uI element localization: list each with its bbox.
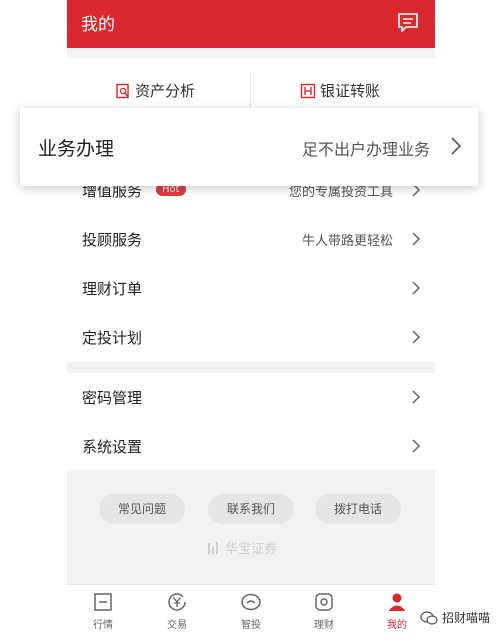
- chevron-right-icon: [412, 281, 421, 295]
- bottom-tab-bar: 行情 交易 智投 理财 我的: [67, 584, 435, 639]
- advisory-label: 投顾服务: [82, 231, 143, 249]
- asset-analysis-label: 资产分析: [135, 82, 196, 100]
- faq-button[interactable]: 常见问题: [99, 494, 185, 524]
- chevron-right-icon: [451, 137, 462, 155]
- list-item-plans[interactable]: 定投计划: [67, 313, 435, 361]
- tab-quotes[interactable]: 行情: [77, 591, 129, 631]
- tab-trade[interactable]: 交易: [151, 591, 203, 631]
- tab-quotes-label: 行情: [93, 620, 113, 631]
- brand-mark-icon: [208, 541, 218, 554]
- tab-mine-label: 我的: [387, 620, 407, 631]
- wechat-icon: [420, 610, 438, 625]
- call-button[interactable]: 拨打电话: [315, 494, 401, 524]
- watermark-text: 招财喵喵: [441, 611, 490, 625]
- business-handling-subtitle: 足不出户办理业务: [301, 140, 430, 159]
- analysis-icon: [116, 83, 129, 98]
- list-item-password[interactable]: 密码管理: [67, 373, 435, 421]
- contact-button[interactable]: 联系我们: [208, 494, 294, 524]
- watermark: 招财喵喵: [420, 609, 490, 626]
- asset-analysis-button[interactable]: 资产分析: [115, 80, 195, 101]
- smart-icon: [241, 593, 261, 611]
- tab-finance-label: 理财: [314, 620, 334, 631]
- orders-label: 理财订单: [82, 280, 143, 298]
- page-title: 我的: [81, 15, 115, 35]
- business-handling-card[interactable]: 业务办理 足不出户办理业务: [20, 108, 478, 186]
- tab-mine[interactable]: 我的: [371, 591, 423, 631]
- user-icon: [388, 593, 406, 611]
- brand-logo: 华宝证券: [207, 538, 277, 557]
- tab-smart-invest[interactable]: 智投: [225, 591, 277, 631]
- list-item-system-settings[interactable]: 系统设置: [67, 422, 435, 470]
- advisory-subtitle: 牛人带路更轻松: [301, 234, 393, 249]
- password-label: 密码管理: [82, 389, 143, 407]
- services-list: 增值服务 Hot 您的专属投资工具 投顾服务 牛人带路更轻松 理财订单 定投计划: [67, 166, 435, 362]
- phone-screen: 我的 资产分析 银证转账 增值服务 Hot 您的专属投资工具 投顾服务 牛人带路…: [67, 0, 435, 639]
- tab-trade-label: 交易: [167, 620, 187, 631]
- bank-transfer-button[interactable]: 银证转账: [300, 80, 380, 101]
- quotes-icon: [94, 593, 112, 611]
- system-settings-label: 系统设置: [82, 438, 143, 456]
- business-handling-label: 业务办理: [38, 138, 115, 160]
- brand-logo-text: 华宝证券: [225, 542, 278, 557]
- chevron-right-icon: [412, 330, 421, 344]
- list-item-orders[interactable]: 理财订单: [67, 264, 435, 312]
- finance-icon: [315, 593, 333, 611]
- settings-list: 密码管理 系统设置: [67, 373, 435, 470]
- chevron-right-icon: [412, 439, 421, 453]
- yen-icon: [168, 593, 186, 611]
- tab-finance[interactable]: 理财: [298, 591, 350, 631]
- divider: [250, 72, 251, 110]
- message-icon[interactable]: [397, 12, 419, 32]
- plans-label: 定投计划: [82, 329, 143, 347]
- chevron-right-icon: [412, 232, 421, 246]
- list-item-advisory[interactable]: 投顾服务 牛人带路更轻松: [67, 215, 435, 263]
- tab-smart-invest-label: 智投: [241, 620, 261, 631]
- transfer-icon: [300, 83, 316, 98]
- bank-transfer-label: 银证转账: [320, 82, 381, 100]
- app-header: 我的: [67, 0, 435, 48]
- chevron-right-icon: [412, 390, 421, 404]
